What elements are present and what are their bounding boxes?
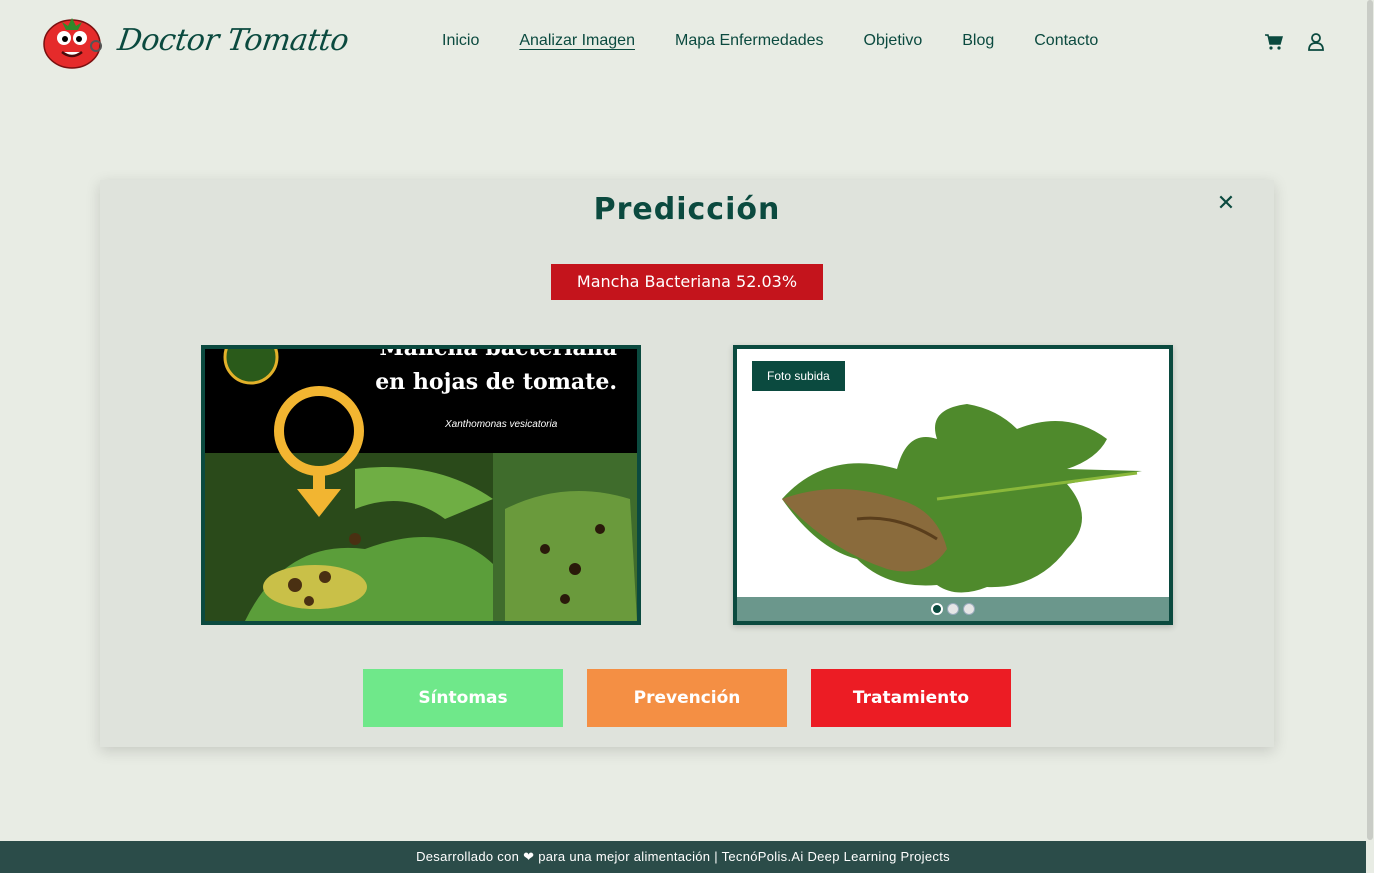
header: Doctor Tomatto Inicio Analizar Imagen Ma… [0, 0, 1366, 86]
heart-icon: ❤ [523, 849, 535, 864]
carousel-indicators [737, 597, 1169, 621]
prevencion-button[interactable]: Prevención [587, 669, 787, 727]
brand-name: Doctor Tomatto [115, 22, 351, 58]
nav-item-objetivo[interactable]: Objetivo [864, 32, 923, 50]
close-icon[interactable]: ✕ [1214, 192, 1238, 216]
carousel-dot-2[interactable] [947, 603, 959, 615]
info-title: Mancha bacteriana en hojas de tomate. [375, 349, 617, 399]
cart-icon[interactable] [1264, 32, 1284, 52]
carousel-dot-1[interactable] [931, 603, 943, 615]
main-nav: Inicio Analizar Imagen Mapa Enfermedades… [442, 32, 1098, 50]
footer-text-before: Desarrollado con [416, 849, 520, 864]
sintomas-button[interactable]: Síntomas [363, 669, 563, 727]
nav-item-contacto[interactable]: Contacto [1034, 32, 1098, 50]
scrollbar[interactable] [1366, 0, 1374, 873]
tratamiento-button[interactable]: Tratamiento [811, 669, 1011, 727]
user-icon[interactable] [1306, 32, 1326, 52]
scroll-thumb[interactable] [1367, 0, 1373, 840]
nav-item-inicio[interactable]: Inicio [442, 32, 479, 50]
nav-item-blog[interactable]: Blog [962, 32, 994, 50]
disease-info-image: Mancha bacteriana en hojas de tomate. Xa… [201, 345, 641, 625]
carousel-dot-3[interactable] [963, 603, 975, 615]
info-title-line1: Mancha bacteriana [379, 345, 617, 361]
tomato-logo-icon [40, 10, 104, 70]
nav-item-analizar-imagen[interactable]: Analizar Imagen [519, 32, 635, 50]
prediction-modal: Predicción ✕ Mancha Bacteriana 52.03% Ma… [100, 180, 1274, 747]
nav-item-mapa-enfermedades[interactable]: Mapa Enfermedades [675, 32, 824, 50]
uploaded-photo-tag: Foto subida [752, 361, 845, 391]
action-buttons: Síntomas Prevención Tratamiento [363, 669, 1011, 727]
footer: Desarrollado con ❤ para una mejor alimen… [0, 841, 1366, 873]
header-icons [1264, 32, 1326, 52]
uploaded-photo-carousel[interactable]: Foto subida [733, 345, 1173, 625]
logo[interactable]: Doctor Tomatto [40, 10, 351, 70]
info-subtitle: Xanthomonas vesicatoria [445, 419, 558, 430]
modal-title: Predicción [593, 192, 781, 227]
info-title-line2: en hojas de tomate. [375, 369, 617, 395]
prediction-badge: Mancha Bacteriana 52.03% [551, 264, 823, 300]
footer-text-after: para una mejor alimentación | TecnóPolis… [538, 849, 950, 864]
